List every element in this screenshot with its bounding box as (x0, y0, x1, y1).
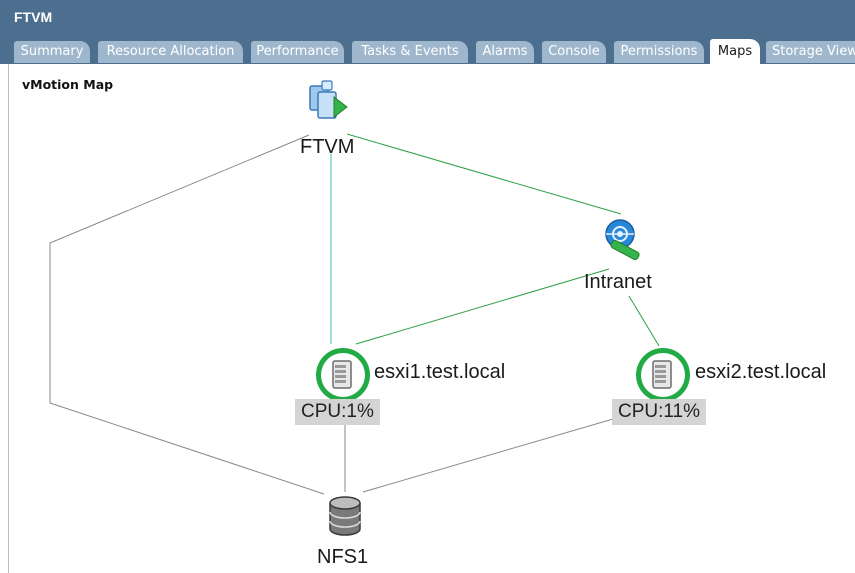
host-server-icon[interactable] (315, 347, 371, 403)
link-esxi1-network (355, 268, 610, 345)
link-vm-network (346, 133, 622, 215)
tab-strip: Summary Resource Allocation Performance … (0, 34, 855, 65)
virtual-machine-icon[interactable] (306, 77, 352, 123)
window-title: FTVM (14, 9, 53, 25)
tab-summary[interactable]: Summary (14, 41, 90, 63)
cpu-badge-esxi1: CPU:1% (295, 399, 380, 425)
map-connections (49, 133, 660, 495)
tab-console[interactable]: Console (542, 41, 606, 63)
tab-performance[interactable]: Performance (251, 41, 344, 63)
datastore-icon[interactable] (325, 494, 365, 538)
tab-tasks-events[interactable]: Tasks & Events (352, 41, 468, 63)
network-icon[interactable] (600, 216, 646, 262)
vm-label: FTVM (300, 136, 355, 158)
link-esxi2-datastore (362, 418, 614, 493)
vmotion-map-panel: vMotion Map FTVM Intranet esxi1.test.loc… (8, 64, 855, 573)
cpu-badge-esxi2: CPU:11% (612, 399, 707, 425)
tab-permissions[interactable]: Permissions (614, 41, 704, 63)
tab-maps[interactable]: Maps (710, 39, 760, 65)
tab-alarms[interactable]: Alarms (476, 41, 534, 63)
host-label-esxi1: esxi1.test.local (374, 361, 506, 383)
window-titlebar: FTVM (0, 0, 855, 34)
link-esxi2-network (628, 295, 660, 347)
tab-resource-allocation[interactable]: Resource Allocation (98, 41, 243, 63)
host-label-esxi2: esxi2.test.local (695, 361, 827, 383)
datastore-label: NFS1 (317, 546, 369, 568)
network-label: Intranet (584, 271, 652, 293)
tab-storage-views[interactable]: Storage Views (766, 41, 855, 63)
link-vm-datastore (49, 134, 325, 495)
host-server-icon[interactable] (635, 347, 691, 403)
